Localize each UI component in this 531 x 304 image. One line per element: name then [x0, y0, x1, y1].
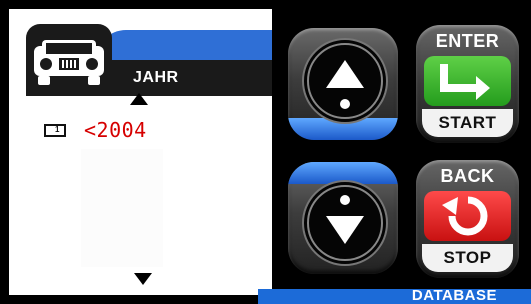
footer-label: DATABASE [411, 287, 497, 304]
back-stop-button[interactable]: BACK STOP [416, 160, 519, 278]
car-badge [26, 24, 112, 96]
menu-header: JAHR [9, 24, 272, 102]
row-number: 1 [55, 125, 60, 134]
down-button[interactable] [288, 162, 398, 274]
row-number-badge: 1 [44, 124, 66, 137]
back-label: BACK [440, 166, 495, 186]
arrow-down-icon [307, 185, 383, 261]
scroll-up-indicator-icon [130, 93, 148, 105]
scroll-down-indicator-icon [134, 273, 152, 285]
start-plate: START [422, 109, 513, 137]
footer-bar: DATABASE [258, 287, 531, 304]
back-arrow-icon [442, 196, 488, 236]
stop-plate: STOP [422, 244, 513, 272]
menu-title: JAHR [133, 69, 179, 86]
up-button[interactable] [288, 28, 398, 140]
car-front-icon [34, 40, 104, 85]
selected-year-item[interactable]: <2004 [84, 118, 147, 142]
enter-label: ENTER [435, 31, 500, 51]
list-area [81, 149, 163, 267]
enter-arrow-icon [440, 64, 490, 100]
header-bar [96, 60, 272, 96]
arrow-up-icon [307, 43, 383, 119]
start-green-block [424, 56, 511, 106]
down-button-face [302, 180, 388, 266]
stop-red-block [424, 191, 511, 241]
lcd-panel: JAHR 1 <2004 [9, 9, 272, 295]
up-button-face [302, 38, 388, 124]
stop-label: STOP [443, 248, 492, 267]
device-screen: JAHR 1 <2004 ENTER START BACK STOP DATAB… [0, 0, 531, 304]
enter-start-button[interactable]: ENTER START [416, 25, 519, 143]
start-label: START [438, 113, 497, 132]
